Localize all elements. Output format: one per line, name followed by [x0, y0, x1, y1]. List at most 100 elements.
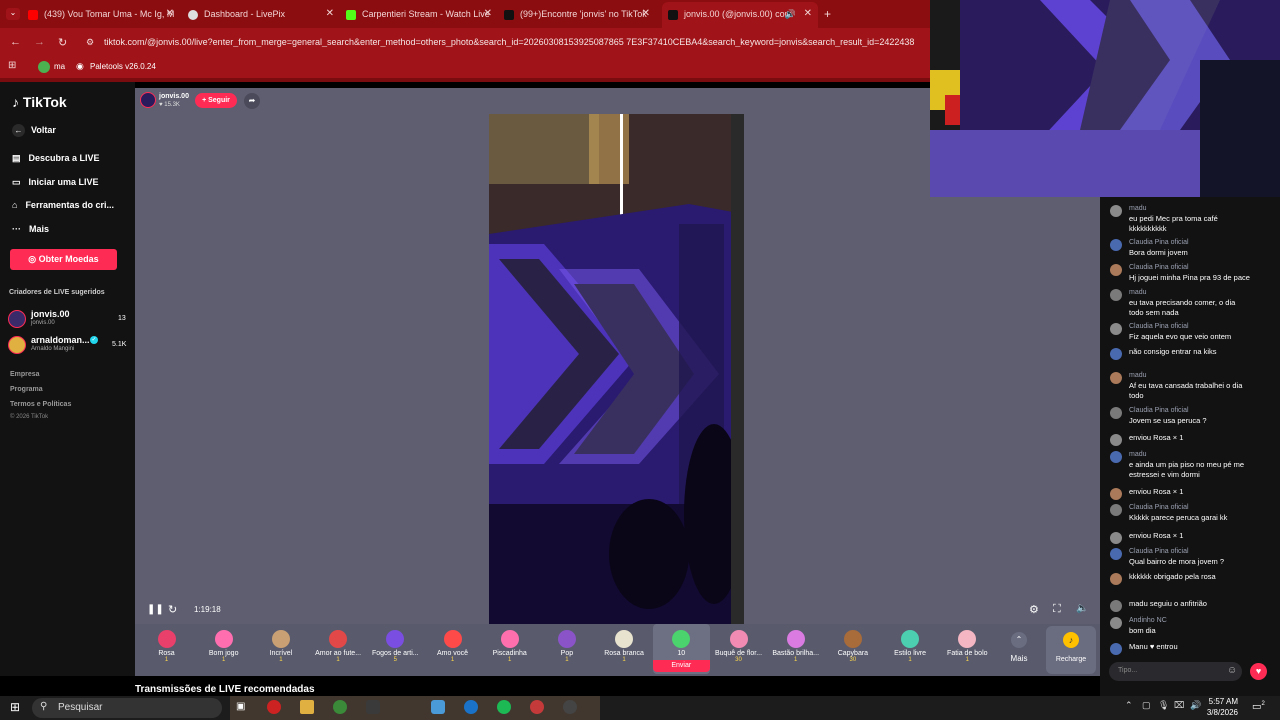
chat-username[interactable]: Andinho NC — [1129, 616, 1167, 626]
obs-icon[interactable] — [563, 700, 577, 714]
tiktok-logo[interactable]: ♪ TikTok — [12, 94, 67, 110]
taskbar-search[interactable]: ⚲ Pesquisar — [32, 698, 222, 718]
avatar[interactable] — [1110, 504, 1122, 516]
gift-item[interactable]: Fogos de arti... 5 — [367, 624, 424, 674]
chat-message[interactable]: Claudia Pina oficial Qual bairro de mora … — [1110, 547, 1275, 571]
gift-item[interactable]: Buquê de flor... 30 — [710, 624, 767, 674]
chat-username[interactable]: Claudia Pina oficial — [1129, 322, 1189, 332]
pause-icon[interactable]: ❚❚ — [147, 604, 164, 615]
chat-username[interactable]: madu — [1129, 371, 1147, 381]
creator-item[interactable]: arnaldoman... ✓ Arnaldo Mangini 5.1K — [8, 335, 128, 357]
chat-message[interactable]: enviou Rosa × 1 — [1110, 487, 1275, 501]
chat-username[interactable]: Claudia Pina oficial — [1129, 503, 1189, 513]
edge-icon[interactable] — [464, 700, 478, 714]
gift-item[interactable]: Amo você 1 — [424, 624, 481, 674]
task-view-icon[interactable]: ▣ — [236, 701, 245, 712]
chat-message[interactable]: não consigo entrar na kiks — [1110, 347, 1275, 361]
avatar[interactable] — [1110, 532, 1122, 544]
chat-message[interactable]: kkkkkk obrigado pela rosa — [1110, 572, 1275, 586]
close-icon[interactable]: ✕ — [484, 4, 492, 24]
reload-icon[interactable]: ↻ — [58, 36, 67, 49]
site-info-icon[interactable]: ⚙ — [86, 37, 94, 48]
avatar[interactable] — [1110, 323, 1122, 335]
chat-message[interactable]: Andinho NC bom dia — [1110, 616, 1275, 640]
gift-item[interactable]: Amor ao fute... 1 — [310, 624, 367, 674]
avatar[interactable] — [1110, 451, 1122, 463]
nav-creator-tools[interactable]: ⌂ Ferramentas do cri... — [12, 200, 114, 210]
browser-tab[interactable]: (439) Vou Tomar Uma - Mc Ig, M ✕ — [28, 4, 178, 24]
tray-icon[interactable]: ▢ — [1142, 700, 1151, 711]
chat-message[interactable]: enviou Rosa × 1 — [1110, 531, 1275, 545]
chat-message[interactable]: madu eu tava precisando comer, o dia todo … — [1110, 288, 1275, 322]
chrome-icon[interactable] — [333, 700, 347, 714]
avatar[interactable] — [1110, 600, 1122, 612]
more-gifts-button[interactable]: ⌃ Mais — [1000, 624, 1038, 674]
avatar[interactable] — [1110, 264, 1122, 276]
chat-message[interactable]: Claudia Pina oficial Kkkkk parece peruca … — [1110, 503, 1275, 527]
browser-tab-active[interactable]: jonvis.00 (@jonvis.00) com 🔊 ✕ — [662, 2, 818, 28]
chat-message[interactable]: Manu ♥ entrou — [1110, 642, 1275, 656]
chat-message[interactable]: madu Af eu tava cansada trabalhei o dia to… — [1110, 371, 1275, 405]
forward-arrow-icon[interactable]: → — [34, 36, 45, 48]
send-gift-button[interactable]: Enviar — [652, 660, 710, 672]
settings-gear-icon[interactable]: ⚙ — [1029, 603, 1039, 616]
bookmark-paletools[interactable]: Paletools v26.0.24 — [90, 62, 156, 71]
chat-message[interactable]: madu eu pedi Mec pra toma café kkkkkkkkkk — [1110, 204, 1275, 238]
chat-username[interactable]: Claudia Pina oficial — [1129, 406, 1189, 416]
avatar[interactable] — [1110, 348, 1122, 360]
chat-username[interactable]: madu — [1129, 450, 1147, 460]
chat-username[interactable]: madu — [1129, 288, 1147, 298]
gift-item[interactable]: Estilo livre 1 — [882, 624, 939, 674]
app-icon[interactable] — [366, 700, 380, 714]
footer-link[interactable]: Programa — [10, 386, 43, 393]
browser-tab[interactable]: Dashboard - LivePix ✕ — [188, 4, 338, 24]
volume-icon[interactable]: 🔊 — [1190, 700, 1201, 711]
browser-tab[interactable]: Carpentieri Stream - Watch Live ✕ — [346, 4, 496, 24]
heart-like-button[interactable]: ♥ — [1250, 663, 1267, 680]
chat-username[interactable]: Claudia Pina oficial — [1129, 547, 1189, 557]
gift-item[interactable]: Piscadinha 1 — [481, 624, 538, 674]
spotify-icon[interactable] — [497, 700, 511, 714]
gift-item[interactable]: Incrível 1 — [252, 624, 309, 674]
clock-time[interactable]: 5:57 AM — [1204, 697, 1238, 706]
network-icon[interactable]: ⌧ — [1174, 700, 1184, 711]
gift-item[interactable]: Bom jogo 1 — [195, 624, 252, 674]
app-icon[interactable] — [431, 700, 445, 714]
gift-item[interactable]: Rosa 1 — [138, 624, 195, 674]
new-tab-button[interactable]: + — [824, 7, 831, 21]
tab-search-button[interactable]: ⌄ — [6, 8, 20, 20]
host-avatar[interactable] — [140, 92, 156, 108]
avatar[interactable] — [1110, 617, 1122, 629]
creator-item[interactable]: jonvis.00 jonvis.00 13 — [8, 309, 128, 331]
close-icon[interactable]: ✕ — [642, 4, 650, 24]
chrome-icon[interactable] — [530, 700, 544, 714]
fullscreen-icon[interactable]: ⛶ — [1053, 603, 1061, 616]
speaker-icon[interactable]: 🔊 — [785, 2, 796, 26]
gift-item[interactable]: Pop 1 — [538, 624, 595, 674]
chevron-up-icon[interactable]: ⌃ — [1125, 700, 1133, 711]
avatar[interactable] — [1110, 434, 1122, 446]
chat-username[interactable]: madu — [1129, 204, 1147, 214]
bookmark-ma[interactable]: ma — [54, 62, 65, 71]
close-icon[interactable]: ✕ — [326, 4, 334, 24]
close-icon[interactable]: ✕ — [804, 2, 812, 26]
nav-more[interactable]: ··· Mais — [12, 224, 49, 234]
avatar[interactable] — [1110, 643, 1122, 655]
gift-item-selected[interactable]: 10 Enviar — [652, 624, 710, 674]
folder-icon[interactable] — [300, 700, 314, 714]
back-arrow-icon[interactable]: ← — [10, 36, 21, 48]
refresh-icon[interactable]: ↻ — [168, 603, 177, 616]
chat-message[interactable]: madu seguiu o anfitrião — [1110, 599, 1275, 613]
volume-icon[interactable]: 🔈 — [1076, 603, 1088, 614]
chat-message[interactable]: Claudia Pina oficial Hj joguei minha Pina… — [1110, 263, 1275, 287]
app-icon[interactable] — [267, 700, 281, 714]
avatar[interactable] — [1110, 239, 1122, 251]
avatar[interactable] — [1110, 573, 1122, 585]
chat-username[interactable]: Claudia Pina oficial — [1129, 238, 1189, 248]
avatar[interactable] — [1110, 205, 1122, 217]
chat-message[interactable]: enviou Rosa × 1 — [1110, 433, 1275, 447]
host-name[interactable]: jonvis.00 — [159, 93, 189, 100]
nav-discover-live[interactable]: ▤ Descubra a LIVE — [12, 153, 100, 164]
emoji-icon[interactable]: ☺ — [1227, 665, 1237, 676]
chat-message[interactable]: Claudia Pina oficial Jovem se usa peruca … — [1110, 406, 1275, 430]
